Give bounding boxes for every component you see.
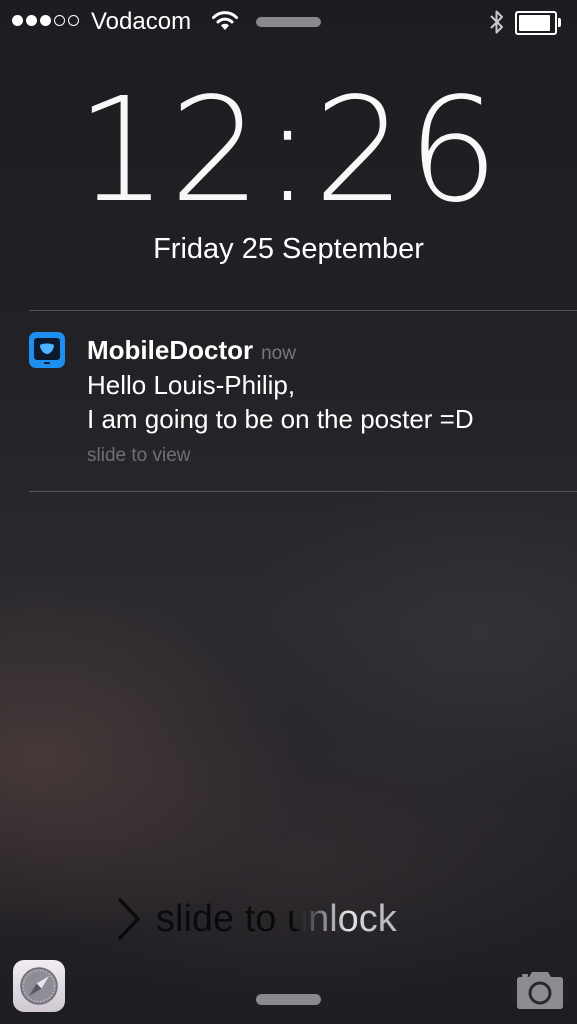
battery-fill: [519, 15, 550, 31]
lock-screen-date: Friday 25 September: [153, 233, 424, 265]
slide-to-unlock-label: slide to unlock: [156, 898, 397, 940]
carrier-name: Vodacom: [91, 8, 192, 35]
slide-to-unlock[interactable]: slide to unlock: [114, 894, 397, 944]
notification-app-label: MobileDoctor: [87, 335, 254, 365]
bluetooth-icon: [490, 10, 503, 34]
signal-strength-indicator: [12, 15, 79, 26]
camera-icon[interactable]: [514, 968, 566, 1012]
notification-divider-bottom: [29, 491, 577, 492]
wifi-icon: [212, 11, 238, 30]
signal-dot: [26, 15, 37, 26]
notification-message-line-2[interactable]: I am going to be on the poster =D: [87, 404, 474, 434]
notification-app-name[interactable]: MobileDoctor now: [87, 335, 296, 369]
signal-dot: [40, 15, 51, 26]
safari-compass-icon[interactable]: [13, 960, 65, 1012]
notification-divider-top: [29, 310, 577, 311]
chevron-right-icon: [118, 898, 140, 940]
home-grabber[interactable]: [256, 994, 321, 1005]
battery-indicator: [515, 11, 561, 35]
mobile-doctor-app-icon: [29, 332, 65, 368]
signal-dot: [68, 15, 79, 26]
status-bar-pill: [256, 17, 321, 27]
status-bar: Vodacom: [0, 0, 577, 44]
signal-dot: [54, 15, 65, 26]
lock-screen-time: 12:26: [76, 66, 501, 234]
notification-time: now: [261, 343, 296, 364]
notification-slide-hint[interactable]: slide to view: [87, 444, 191, 468]
notification-message-line-1[interactable]: Hello Louis-Philip,: [87, 370, 295, 400]
battery-terminal: [558, 18, 561, 27]
signal-dot: [12, 15, 23, 26]
